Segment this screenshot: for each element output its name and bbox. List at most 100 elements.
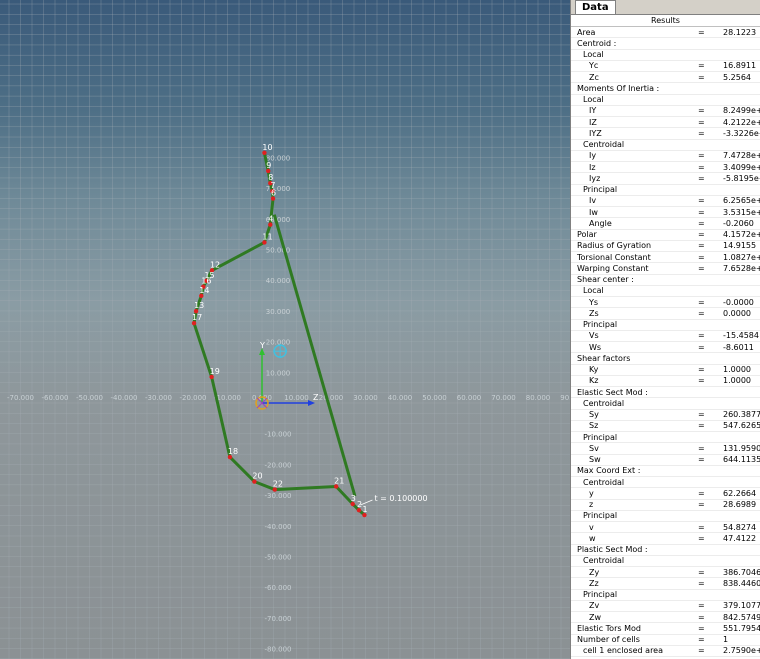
results-panel: Data Results Area = 28.1223 Centroid : Local… (570, 0, 760, 659)
result-row: Sz = 547.6265 (571, 421, 760, 432)
result-value: 2.7590e+003 (723, 646, 760, 656)
result-label: Warping Constant (577, 263, 649, 273)
result-value: 7.4728e+003 (723, 151, 760, 161)
result-value: 1.0000 (723, 376, 751, 386)
y-tick-label: -40.000 (264, 523, 291, 531)
result-label: Sw (589, 455, 601, 465)
equals-sign: = (698, 252, 705, 262)
x-tick-label: -30.000 (145, 394, 172, 402)
equals-sign: = (698, 365, 705, 375)
result-value: 838.4460 (723, 578, 760, 588)
equals-sign: = (698, 410, 705, 420)
result-label: Sv (589, 443, 599, 453)
result-value: 1.0000 (723, 365, 751, 375)
result-value: 131.9590 (723, 443, 760, 453)
node-label: 18 (228, 447, 238, 456)
result-label: Principal (583, 590, 618, 600)
z-axis-label: Z (313, 393, 319, 402)
result-label: Ws (589, 342, 602, 352)
x-tick-label: -60.000 (41, 394, 68, 402)
result-row: Warping Constant = 7.6528e+005 (571, 263, 760, 275)
node-label: 14 (199, 286, 209, 295)
result-label: cell 1 enclosed area (583, 646, 663, 656)
result-label: Iz (589, 162, 596, 172)
tab-data[interactable]: Data (575, 0, 616, 14)
equals-sign: = (698, 421, 705, 431)
equals-sign: = (698, 623, 705, 633)
x-tick-label: 50.000 (422, 394, 447, 402)
result-row: Ys = -0.0000 (571, 297, 760, 309)
result-label: Principal (583, 511, 618, 521)
result-label: Iy (589, 151, 597, 161)
result-value: -15.4584 (723, 331, 759, 341)
results-table: Area = 28.1223 Centroid : Local Yc = 16.8911 Zc =… (571, 27, 760, 657)
x-tick-label: -40.000 (110, 394, 137, 402)
x-tick-label: 30.000 (353, 394, 378, 402)
result-label: Centroidal (583, 398, 625, 408)
result-row: Shear center : (571, 275, 760, 286)
result-value: 1 (723, 635, 729, 645)
result-label: Local (583, 95, 604, 105)
result-row: Zs = 0.0000 (571, 308, 760, 320)
node-label: 3 (351, 494, 356, 503)
result-label: Number of cells (577, 635, 640, 645)
result-label: IZ (589, 117, 597, 127)
node-label: 12 (210, 260, 220, 269)
x-tick-label: 20.000 (319, 394, 344, 402)
equals-sign: = (698, 342, 705, 352)
result-row: Yc = 16.8911 (571, 61, 760, 72)
result-row: Zc = 5.2564 (571, 72, 760, 84)
result-row: IZ = 4.2122e+004 (571, 117, 760, 129)
result-row: Local (571, 95, 760, 106)
result-value: 4.1572e+004 (723, 230, 760, 240)
result-row: y = 62.2664 (571, 488, 760, 500)
result-value: 4.2122e+004 (723, 117, 760, 127)
y-tick-label: 30.000 (266, 308, 291, 316)
node-label: 19 (210, 367, 220, 376)
result-value: -8.6011 (723, 342, 754, 352)
result-label: y (589, 488, 594, 498)
result-row: Centroidal (571, 556, 760, 567)
result-row: Zw = 842.5749 (571, 612, 760, 624)
result-row: Iz = 3.4099e+004 (571, 162, 760, 174)
result-value: 0.0000 (723, 308, 751, 318)
result-row: w = 47.4122 (571, 533, 760, 545)
result-label: Centroidal (583, 477, 625, 487)
result-label: Zz (589, 578, 599, 588)
result-label: Max Coord Ext : (577, 466, 641, 476)
x-tick-label: 80.000 (526, 394, 551, 402)
section-canvas[interactable]: -90.000-80.000-70.000-60.000-50.000-40.0… (0, 0, 570, 659)
result-row: Centroidal (571, 477, 760, 489)
result-label: Iyz (589, 173, 601, 183)
node-label: 4 (268, 215, 273, 224)
result-value: -0.2060 (723, 218, 754, 228)
y-tick-label: -70.000 (264, 615, 291, 623)
result-row: Number of cells = 1 (571, 635, 760, 646)
result-row: Radius of Gyration = 14.9155 (571, 241, 760, 252)
x-tick-label: -70.000 (7, 394, 34, 402)
result-label: Elastic Tors Mod (577, 623, 641, 633)
result-row: Local (571, 286, 760, 297)
results-header: Results (571, 15, 760, 27)
result-row: IY = 8.2499e+003 (571, 106, 760, 117)
result-label: Sy (589, 410, 599, 420)
result-row: Polar = 4.1572e+004 (571, 230, 760, 241)
result-label: Plastic Sect Mod : (577, 545, 648, 555)
result-row: Local (571, 50, 760, 61)
node-label: 21 (334, 477, 344, 486)
result-row: Principal (571, 320, 760, 331)
equals-sign: = (698, 646, 705, 656)
result-value: 644.1135 (723, 455, 760, 465)
result-row: v = 54.8274 (571, 522, 760, 534)
result-label: Iv (589, 196, 597, 206)
node-label: 17 (192, 313, 202, 322)
result-value: 386.7046 (723, 567, 760, 577)
result-label: Zv (589, 601, 600, 611)
result-value: 28.6989 (723, 500, 757, 510)
result-row: Centroidal (571, 140, 760, 151)
section-viewport[interactable]: -90.000-80.000-70.000-60.000-50.000-40.0… (0, 0, 570, 659)
equals-sign: = (698, 297, 705, 307)
x-tick-label: 40.000 (388, 394, 413, 402)
equals-sign: = (698, 635, 705, 645)
result-row: Principal (571, 590, 760, 601)
